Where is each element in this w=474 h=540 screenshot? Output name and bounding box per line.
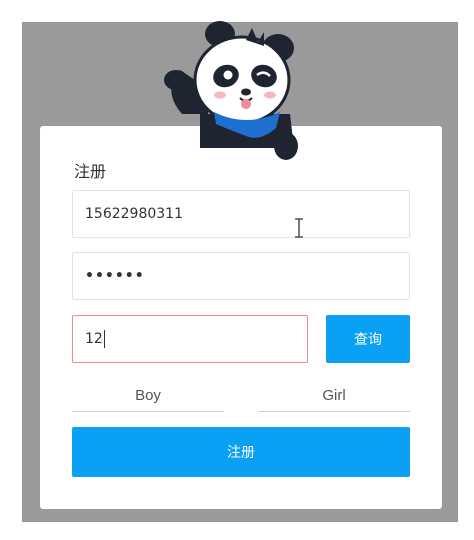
text-caret bbox=[103, 330, 105, 348]
password-input[interactable]: •••••• bbox=[72, 252, 410, 300]
code-value: 12 bbox=[85, 331, 103, 347]
page-title: 注册 bbox=[74, 162, 107, 181]
verification-code-input[interactable]: 12 bbox=[72, 315, 308, 363]
gender-option-boy[interactable]: Boy bbox=[72, 380, 224, 412]
query-button[interactable]: 查询 bbox=[326, 315, 410, 363]
password-value: •••••• bbox=[85, 268, 145, 284]
phone-input[interactable]: 15622980311 bbox=[72, 190, 410, 238]
phone-value: 15622980311 bbox=[85, 206, 183, 222]
gender-option-girl[interactable]: Girl bbox=[258, 380, 410, 412]
panda-mascot-icon bbox=[164, 21, 298, 160]
text-cursor-icon bbox=[295, 218, 303, 238]
register-button[interactable]: 注册 bbox=[72, 427, 410, 477]
